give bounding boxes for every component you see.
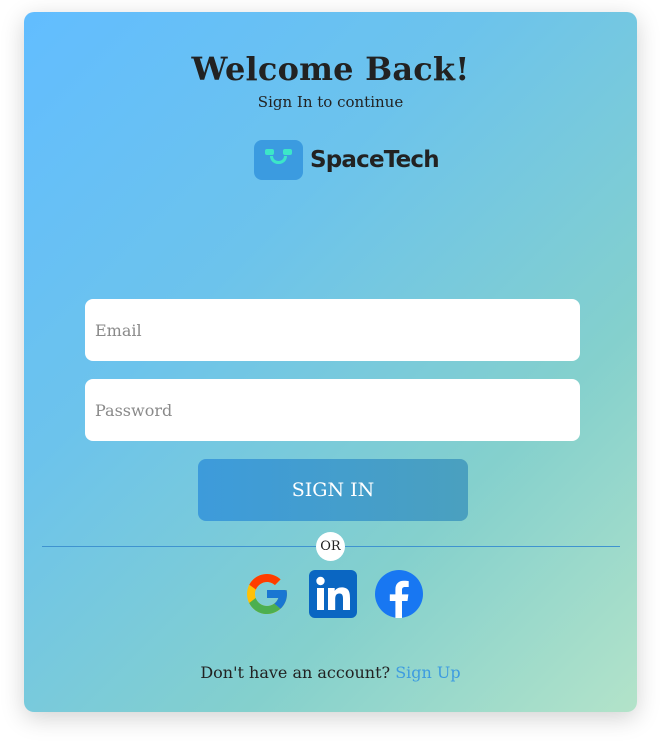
page-title: Welcome Back!: [191, 50, 470, 88]
brand: SpaceTech: [254, 140, 440, 180]
brand-name: SpaceTech: [310, 147, 440, 173]
password-field[interactable]: [85, 379, 580, 441]
sign-up-link[interactable]: Sign Up: [395, 663, 460, 682]
linkedin-icon[interactable]: [309, 570, 357, 618]
email-field[interactable]: [85, 299, 580, 361]
facebook-icon[interactable]: [375, 570, 423, 618]
sign-in-button[interactable]: SIGN IN: [198, 459, 468, 521]
page-subtitle: Sign In to continue: [257, 93, 404, 111]
robot-face-icon: [254, 140, 303, 180]
google-icon[interactable]: [243, 570, 291, 618]
login-card: Welcome Back! Sign In to continue SpaceT…: [24, 12, 637, 712]
signup-prompt-text: Don't have an account?: [200, 663, 391, 682]
or-separator: OR: [316, 532, 345, 561]
signup-prompt: Don't have an account? Sign Up: [24, 663, 637, 682]
